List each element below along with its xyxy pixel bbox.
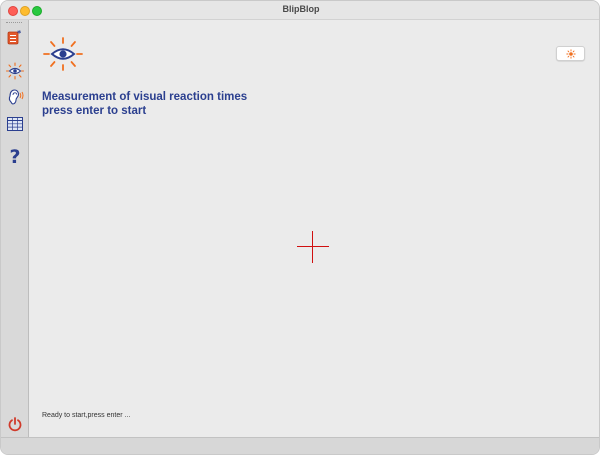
sidebar-item-help[interactable]: ? — [4, 145, 25, 166]
sidebar-item-results[interactable] — [4, 113, 25, 134]
notes-icon: * — [7, 29, 22, 44]
svg-text:?: ? — [9, 146, 20, 166]
title-bar[interactable]: BlipBlop — [1, 1, 599, 20]
app-window: BlipBlop * ? Measurement of visual react… — [0, 0, 600, 455]
ear-icon — [8, 88, 23, 105]
window-title: BlipBlop — [282, 4, 320, 14]
sun-icon — [565, 48, 576, 59]
eye-icon — [5, 61, 24, 80]
status-text: Ready to start,press enter ... — [42, 412, 131, 419]
svg-text:*: * — [17, 29, 22, 38]
sidebar-item-auditory[interactable] — [4, 86, 25, 107]
help-icon: ? — [9, 146, 20, 166]
instructions-heading: Measurement of visual reaction times pre… — [42, 90, 247, 118]
table-icon — [6, 116, 23, 131]
sidebar-grip — [6, 22, 22, 25]
power-icon — [8, 416, 21, 431]
settings-button[interactable] — [556, 46, 585, 61]
quit-button[interactable] — [4, 413, 25, 434]
sidebar: * ? — [1, 20, 29, 437]
heading-line-2: press enter to start — [42, 105, 147, 117]
eye-icon — [43, 37, 83, 71]
sidebar-item-visual[interactable] — [4, 60, 25, 81]
bottom-bar — [1, 437, 599, 454]
fixation-crosshair — [297, 231, 329, 263]
sidebar-item-notes[interactable]: * — [4, 26, 25, 47]
heading-line-1: Measurement of visual reaction times — [42, 91, 248, 103]
main-content: Measurement of visual reaction times pre… — [29, 20, 599, 437]
